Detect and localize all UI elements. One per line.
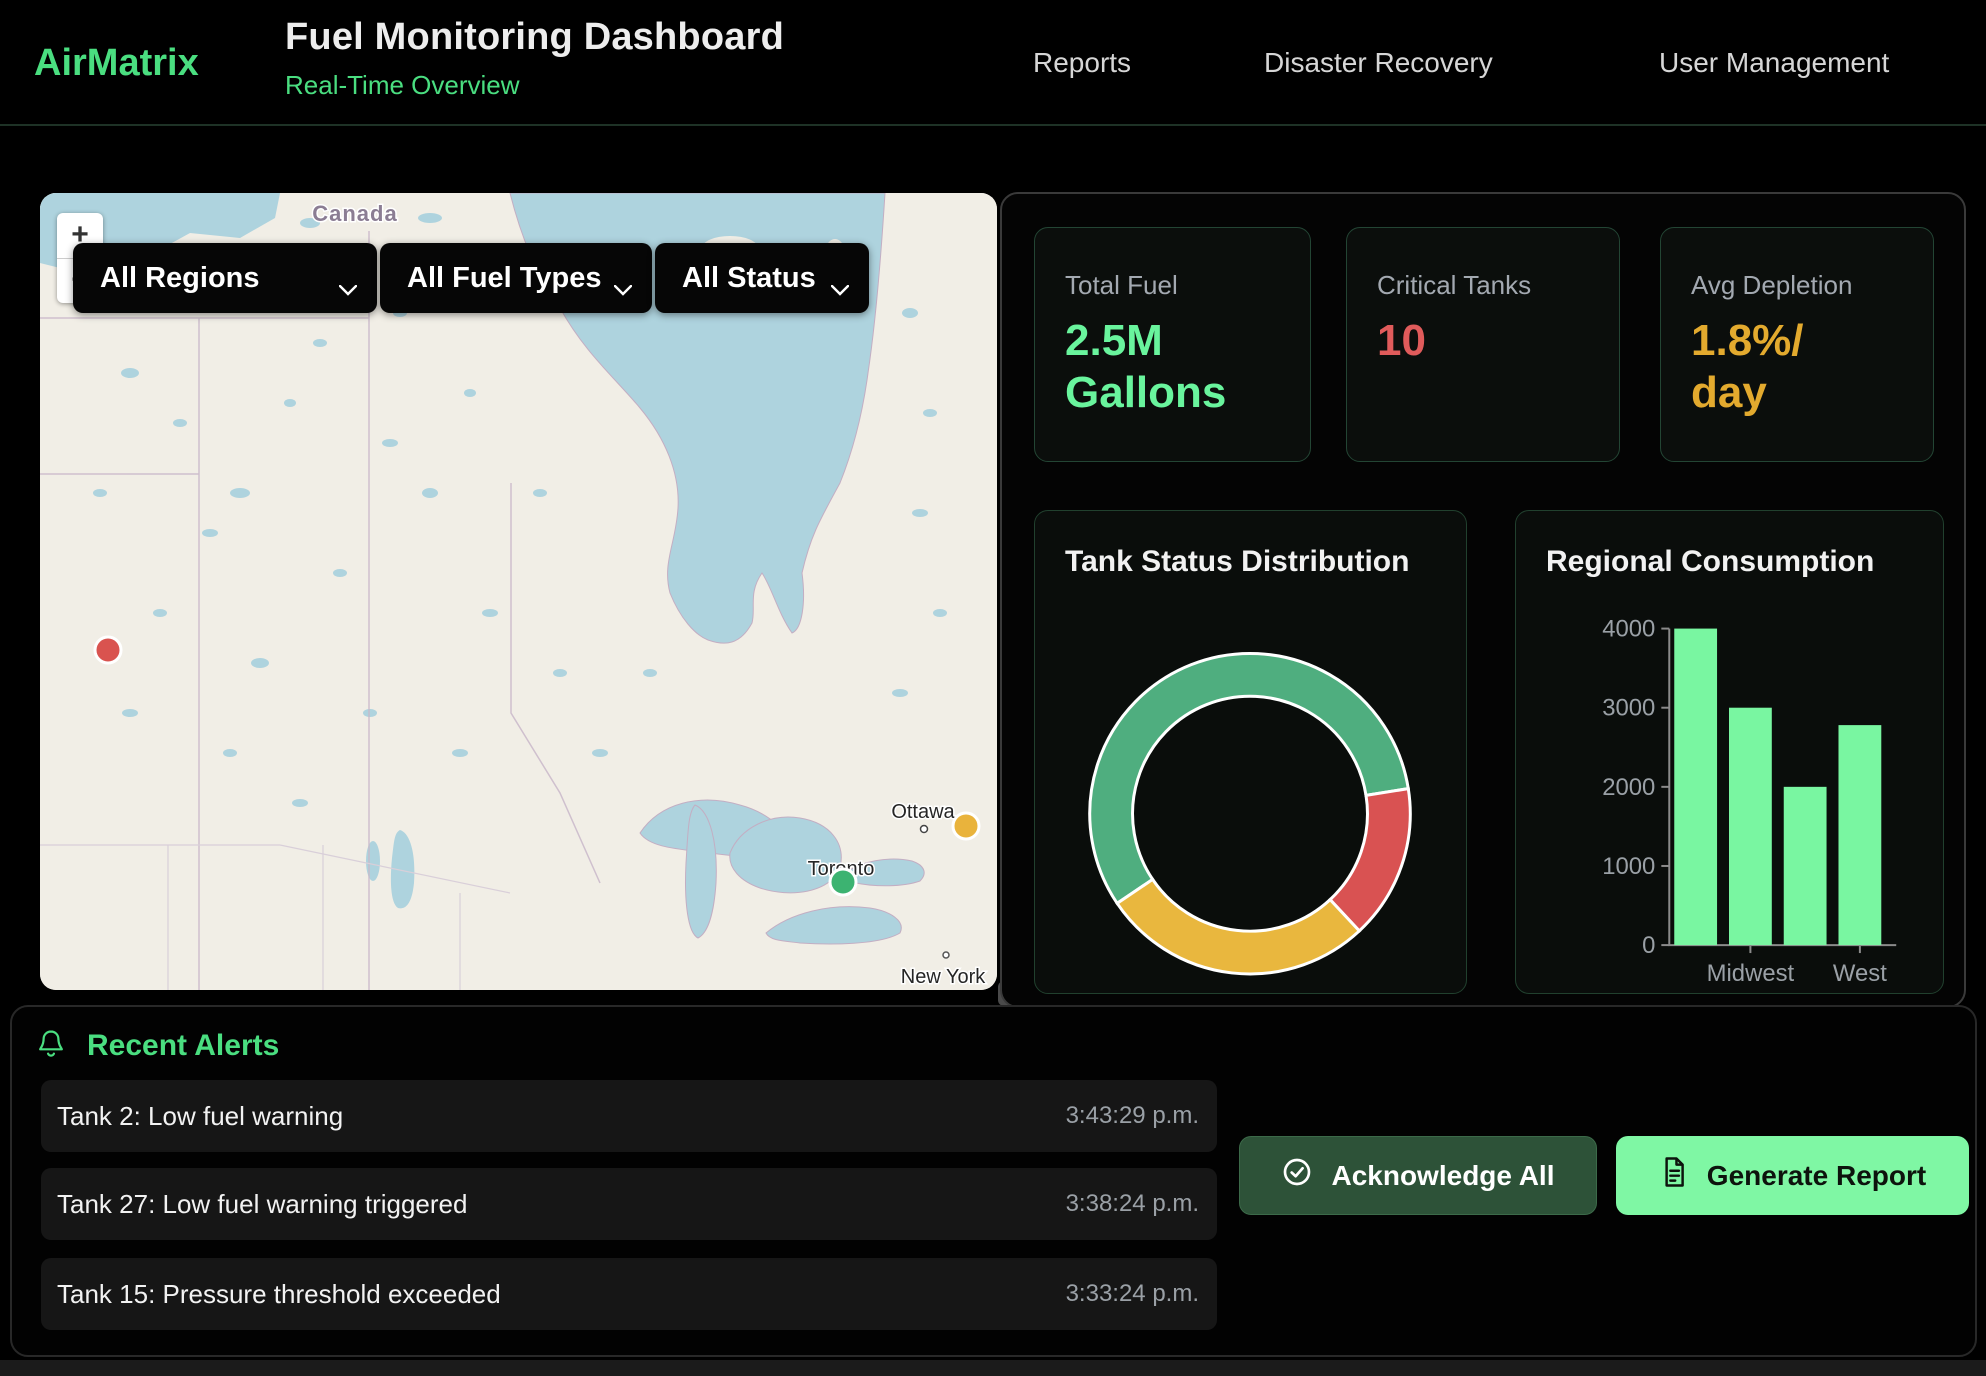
map-label-newyork: New York [901,966,986,988]
tank-status-chart-card: Tank Status Distribution [1034,510,1467,994]
newyork-town-dot [943,952,949,958]
app-header: AirMatrix Fuel Monitoring Dashboard Real… [0,0,1986,126]
stat-label: Total Fuel [1065,270,1310,301]
nav-item-user-management[interactable]: User Management [1659,47,1889,79]
stat-label: Critical Tanks [1377,270,1619,301]
nav-item-disaster-recovery[interactable]: Disaster Recovery [1264,47,1493,79]
fuel-type-filter-value: All Fuel Types [407,262,601,295]
footer-bar [0,1360,1986,1376]
svg-text:West: West [1833,960,1887,987]
stat-value: 2.5MGallons [1065,315,1310,419]
tank-marker-normal[interactable] [830,869,856,895]
svg-text:Midwest: Midwest [1707,960,1795,987]
svg-text:3000: 3000 [1602,695,1655,722]
fuel-type-filter-dropdown[interactable]: All Fuel Types [380,243,652,313]
svg-text:0: 0 [1642,932,1655,959]
stat-value: 1.8%/day [1691,315,1933,419]
alerts-heading: Recent Alerts [87,1029,279,1063]
recent-alerts-panel: Recent Alerts Tank 2: Low fuel warning 3… [10,1005,1977,1357]
svg-text:1000: 1000 [1602,853,1655,880]
alert-row[interactable]: Tank 15: Pressure threshold exceeded 3:3… [41,1258,1217,1330]
alert-message: Tank 2: Low fuel warning [57,1101,343,1132]
page-title: Fuel Monitoring Dashboard [285,16,784,59]
stat-value: 10 [1377,315,1619,367]
alert-timestamp: 3:33:24 p.m. [1066,1280,1199,1308]
alert-message: Tank 15: Pressure threshold exceeded [57,1279,501,1310]
chevron-down-icon [831,271,849,304]
bar [1784,787,1827,945]
bar [1838,725,1881,945]
generate-report-label: Generate Report [1707,1160,1926,1192]
map-label-canada: Canada [312,201,397,226]
alert-message: Tank 27: Low fuel warning triggered [57,1189,467,1220]
document-icon [1659,1156,1689,1195]
region-filter-value: All Regions [100,262,260,295]
generate-report-button[interactable]: Generate Report [1616,1136,1969,1215]
donut-segment [1330,789,1410,931]
acknowledge-all-button[interactable]: Acknowledge All [1239,1136,1597,1215]
svg-text:4000: 4000 [1602,616,1655,643]
regional-consumption-chart-card: Regional Consumption 01000200030004000Mi… [1515,510,1944,994]
stat-card-critical-tanks: Critical Tanks 10 [1346,227,1620,462]
brand-logo: AirMatrix [34,42,199,85]
chevron-down-icon [339,271,357,304]
acknowledge-all-label: Acknowledge All [1331,1160,1554,1192]
stat-label: Avg Depletion [1691,270,1933,301]
map-label-ottawa: Ottawa [891,801,955,823]
alert-timestamp: 3:43:29 p.m. [1066,1102,1199,1130]
overview-panel: Total Fuel 2.5MGallons Critical Tanks 10… [1000,192,1966,1008]
check-circle-icon [1281,1156,1313,1195]
regional-consumption-bar-chart: 0 1000 2000 3000 4000 Midwest West [1516,511,1943,993]
bar [1729,708,1772,945]
page-subtitle: Real-Time Overview [285,70,520,101]
bell-icon [36,1029,66,1061]
tank-marker-critical[interactable] [95,637,121,663]
tank-status-donut-chart [1035,511,1466,993]
fuel-map[interactable]: Canada Ottawa Toronto New York + − All R… [40,193,997,990]
bar [1674,629,1717,946]
stat-card-avg-depletion: Avg Depletion 1.8%/day [1660,227,1934,462]
chevron-down-icon [614,271,632,304]
stat-card-total-fuel: Total Fuel 2.5MGallons [1034,227,1311,462]
nav-item-reports[interactable]: Reports [1033,47,1131,79]
region-filter-dropdown[interactable]: All Regions [73,243,377,313]
status-filter-value: All Status [682,262,816,295]
alert-row[interactable]: Tank 27: Low fuel warning triggered 3:38… [41,1168,1217,1240]
tank-marker-warning[interactable] [953,813,979,839]
status-filter-dropdown[interactable]: All Status [655,243,869,313]
alert-timestamp: 3:38:24 p.m. [1066,1190,1199,1218]
svg-text:2000: 2000 [1602,774,1655,801]
alert-row[interactable]: Tank 2: Low fuel warning 3:43:29 p.m. [41,1080,1217,1152]
donut-segment [1117,879,1359,974]
ottawa-town-dot [921,826,928,833]
